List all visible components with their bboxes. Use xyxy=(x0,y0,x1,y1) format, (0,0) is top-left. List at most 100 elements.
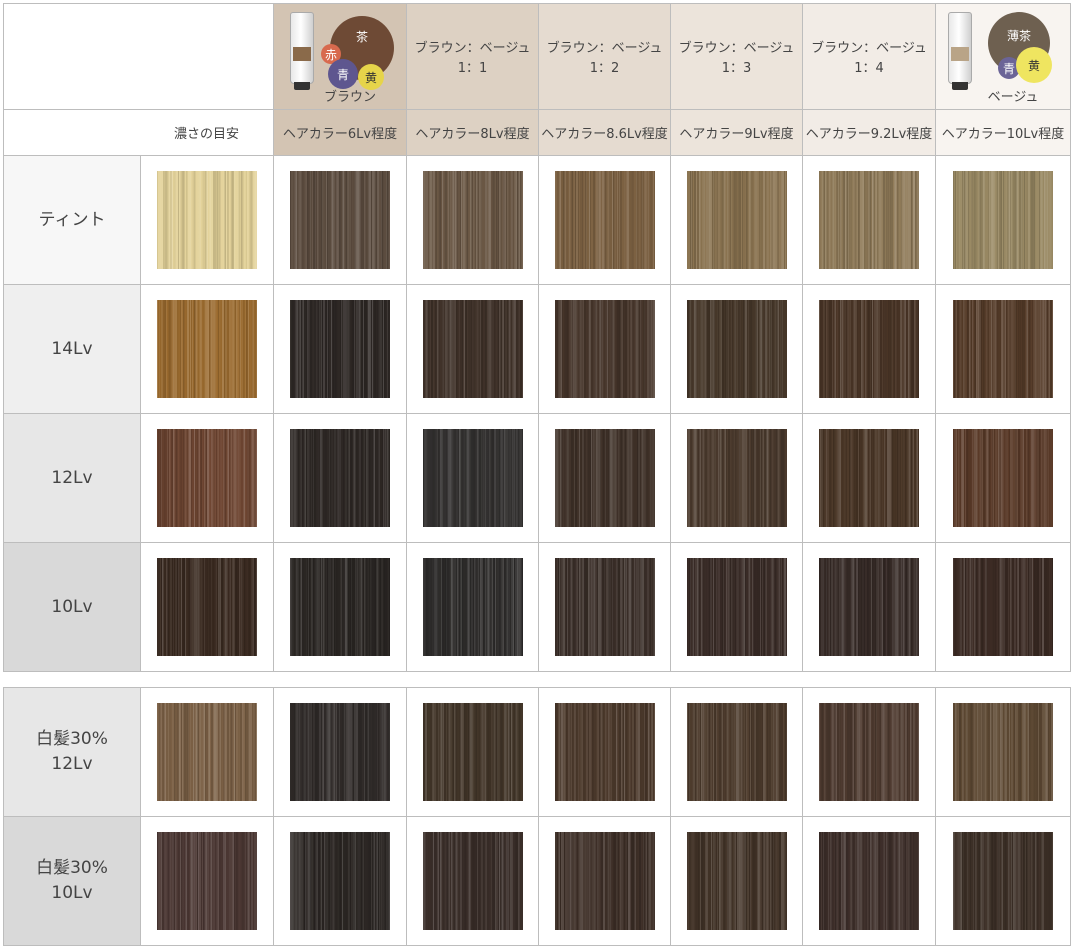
swatch-cell xyxy=(935,816,1071,946)
hair-swatch xyxy=(953,558,1053,656)
swatch-cell xyxy=(802,687,936,817)
hair-swatch xyxy=(953,171,1053,269)
hair-swatch xyxy=(555,300,655,398)
swatch-cell xyxy=(935,155,1071,285)
hair-swatch xyxy=(290,300,390,398)
header-separator xyxy=(3,109,273,110)
swatch-cell xyxy=(802,284,936,414)
hair-swatch xyxy=(555,171,655,269)
hair-color-chart: 茶赤青黄ブラウン ヘアカラー6Lv程度 ブラウン：ベージュ 1：1 ヘアカラー8Lv程… xyxy=(3,3,1071,946)
swatch-cell xyxy=(802,155,936,285)
hair-swatch xyxy=(687,171,787,269)
swatch-cell xyxy=(140,155,274,285)
hair-swatch xyxy=(819,171,919,269)
hair-swatch xyxy=(953,429,1053,527)
hair-swatch xyxy=(290,703,390,801)
blue-circle: 青 xyxy=(328,59,358,89)
hair-swatch xyxy=(819,558,919,656)
hair-swatch xyxy=(157,171,257,269)
header-column-5: ブラウン：ベージュ 1：4 xyxy=(802,3,936,110)
column-title: ブラウン：ベージュ 1：3 xyxy=(678,41,795,76)
level-label-1: ヘアカラー6Lv程度 xyxy=(273,109,407,156)
hair-swatch xyxy=(953,300,1053,398)
hair-swatch xyxy=(687,300,787,398)
column-title: ブラウン：ベージュ 1：2 xyxy=(546,41,663,76)
hair-swatch xyxy=(819,703,919,801)
hair-swatch xyxy=(290,558,390,656)
swatch-cell xyxy=(538,542,671,672)
swatch-cell xyxy=(935,687,1071,817)
hair-swatch xyxy=(819,832,919,930)
swatch-cell xyxy=(406,413,539,543)
swatch-cell xyxy=(538,284,671,414)
header-column-6: 薄茶青黄ベージュ xyxy=(935,3,1071,110)
product-tube-band xyxy=(293,47,311,61)
swatch-cell xyxy=(273,284,407,414)
hair-swatch xyxy=(423,171,523,269)
swatch-cell xyxy=(273,155,407,285)
product-tube-image xyxy=(948,12,972,90)
product-tube-band xyxy=(951,47,969,61)
hair-swatch xyxy=(555,429,655,527)
swatch-cell xyxy=(935,542,1071,672)
hair-swatch xyxy=(687,703,787,801)
swatch-cell xyxy=(802,816,936,946)
level-label-6: ヘアカラー10Lv程度 xyxy=(935,109,1071,156)
hair-swatch xyxy=(290,429,390,527)
level-label-5: ヘアカラー9.2Lv程度 xyxy=(802,109,936,156)
level-label-3: ヘアカラー8.6Lv程度 xyxy=(538,109,671,156)
hair-swatch xyxy=(555,558,655,656)
swatch-cell xyxy=(538,413,671,543)
swatch-cell xyxy=(273,413,407,543)
hair-swatch xyxy=(157,429,257,527)
product-tube-image xyxy=(290,12,314,90)
swatch-cell xyxy=(140,816,274,946)
hair-swatch xyxy=(687,429,787,527)
swatch-cell xyxy=(406,816,539,946)
swatch-cell xyxy=(406,155,539,285)
hair-swatch xyxy=(555,832,655,930)
hair-swatch xyxy=(953,832,1053,930)
hair-swatch xyxy=(555,703,655,801)
swatch-cell xyxy=(273,816,407,946)
hair-swatch xyxy=(290,832,390,930)
row-label: 白髪30% 10Lv xyxy=(3,816,141,946)
swatch-cell xyxy=(273,542,407,672)
hair-swatch xyxy=(157,832,257,930)
swatch-cell xyxy=(935,413,1071,543)
hair-swatch xyxy=(423,558,523,656)
swatch-cell xyxy=(140,284,274,414)
hair-swatch xyxy=(953,703,1053,801)
swatch-cell xyxy=(670,542,803,672)
level-label-2: ヘアカラー8Lv程度 xyxy=(406,109,539,156)
swatch-cell xyxy=(935,284,1071,414)
column-title: ブラウン：ベージュ 1：4 xyxy=(811,41,927,76)
swatch-cell xyxy=(670,413,803,543)
hair-swatch xyxy=(290,171,390,269)
column-title: ブラウン：ベージュ 1：1 xyxy=(414,41,531,76)
swatch-cell xyxy=(670,687,803,817)
swatch-cell xyxy=(802,542,936,672)
row-label: ティント xyxy=(3,155,141,285)
header-column-2: ブラウン：ベージュ 1：1 xyxy=(406,3,539,110)
header-column-4: ブラウン：ベージュ 1：3 xyxy=(670,3,803,110)
column-title: ブラウン xyxy=(323,90,376,105)
yellow-circle: 黄 xyxy=(358,64,384,90)
row-label: 10Lv xyxy=(3,542,141,672)
row-label: 白髪30% 12Lv xyxy=(3,687,141,817)
swatch-cell xyxy=(273,687,407,817)
level-label-4: ヘアカラー9Lv程度 xyxy=(670,109,803,156)
swatch-cell xyxy=(406,284,539,414)
hair-swatch xyxy=(423,429,523,527)
header-column-1: 茶赤青黄ブラウン xyxy=(273,3,407,110)
hair-swatch xyxy=(157,300,257,398)
yellow-circle: 黄 xyxy=(1016,47,1052,83)
header-blank xyxy=(3,3,274,156)
hair-swatch xyxy=(157,558,257,656)
swatch-cell xyxy=(802,413,936,543)
swatch-cell xyxy=(670,816,803,946)
swatch-cell xyxy=(670,155,803,285)
swatch-cell xyxy=(140,413,274,543)
swatch-cell xyxy=(406,687,539,817)
swatch-cell xyxy=(538,687,671,817)
